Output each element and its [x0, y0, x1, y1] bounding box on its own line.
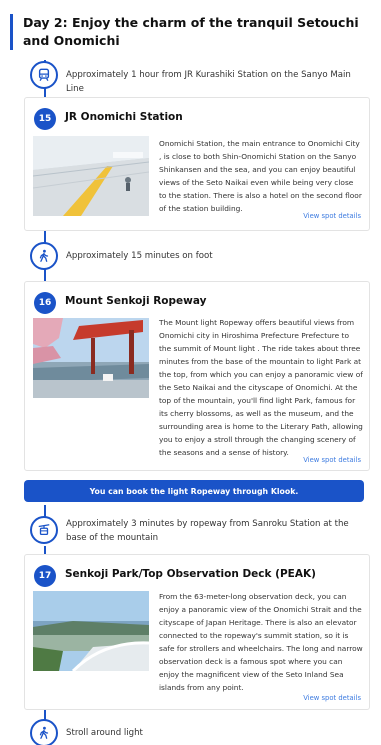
transit-step-text: Approximately 3 minutes by ropeway from …	[66, 519, 349, 543]
spot-title: Senkoji Park/Top Observation Deck (PEAK)	[65, 568, 316, 580]
spot-card-senkoji-park-peak: 17 Senkoji Park/Top Observation Deck (PE…	[24, 554, 370, 710]
spot-photo	[33, 136, 149, 216]
spot-number-badge: 17	[34, 565, 56, 587]
spot-card-onomichi-station: 15 JR Onomichi Station Onomichi Station,…	[24, 97, 370, 231]
train-icon	[30, 61, 58, 89]
transit-step-text: Stroll around light	[66, 728, 143, 738]
spot-title: JR Onomichi Station	[65, 111, 183, 123]
transit-step-text: Approximately 1 hour from JR Kurashiki S…	[66, 70, 351, 94]
walking-icon	[30, 242, 58, 270]
transit-step-train: Approximately 1 hour from JR Kurashiki S…	[30, 61, 370, 94]
spot-description: The Mount light Ropeway offers beautiful…	[159, 318, 363, 457]
spot-photo	[33, 591, 149, 671]
walking-icon	[30, 719, 58, 745]
view-spot-details-link[interactable]: View spot details	[303, 456, 361, 464]
transit-step-text: Approximately 15 minutes on foot	[66, 251, 213, 261]
spot-description: From the 63-meter-long observation deck,…	[159, 592, 363, 692]
view-spot-details-link[interactable]: View spot details	[303, 212, 361, 220]
view-spot-details-link[interactable]: View spot details	[303, 694, 361, 702]
spot-title: Mount Senkoji Ropeway	[65, 295, 207, 307]
ropeway-icon	[30, 516, 58, 544]
transit-step-walk: Stroll around light	[30, 719, 370, 745]
spot-number-badge: 15	[34, 108, 56, 130]
spot-description: Onomichi Station, the main entrance to O…	[159, 139, 362, 213]
spot-number-badge: 16	[34, 292, 56, 314]
day-title: Day 2: Enjoy the charm of the tranquil S…	[10, 14, 366, 50]
spot-card-senkoji-ropeway: 16 Mount Senkoji Ropeway The Mount light…	[24, 281, 370, 471]
transit-step-ropeway: Approximately 3 minutes by ropeway from …	[30, 516, 370, 546]
spot-photo	[33, 318, 149, 398]
book-ropeway-klook-button[interactable]: You can book the light Ropeway through K…	[24, 480, 364, 502]
transit-step-walk: Approximately 15 minutes on foot	[30, 242, 370, 270]
